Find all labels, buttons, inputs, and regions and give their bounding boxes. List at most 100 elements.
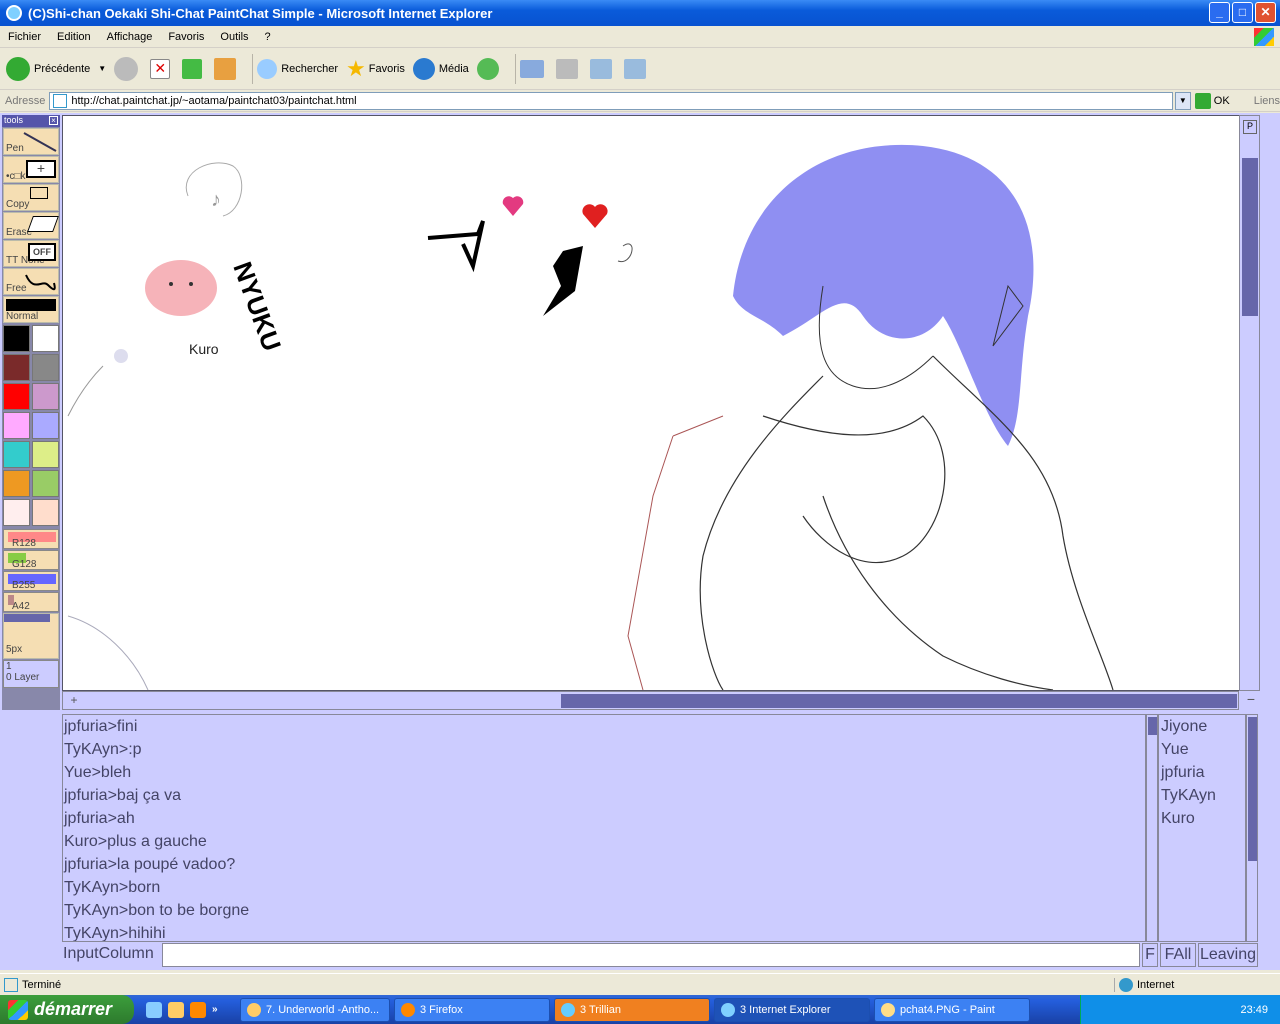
user-item[interactable]: Jiyone <box>1159 715 1245 738</box>
back-button[interactable]: Précédente ▼ <box>6 56 106 81</box>
color-swatch[interactable] <box>32 499 59 526</box>
color-swatch[interactable] <box>3 412 30 439</box>
f-button[interactable]: F <box>1142 943 1158 967</box>
color-swatch[interactable] <box>32 325 59 352</box>
address-dropdown-icon[interactable]: ▼ <box>1174 91 1191 110</box>
tool-pen[interactable]: Pen <box>3 128 59 155</box>
canvas-horizontal-scrollbar[interactable]: + − <box>62 691 1255 710</box>
status-bar: Terminé Internet <box>0 973 1280 995</box>
search-button[interactable]: Rechercher <box>257 58 338 79</box>
horizontal-scroll-thumb[interactable] <box>561 694 1237 708</box>
user-item[interactable]: jpfuria <box>1159 761 1245 784</box>
brush-size-control[interactable]: 5px <box>3 613 59 659</box>
task-trillian[interactable]: 3 Trillian <box>554 997 710 1022</box>
user-item[interactable]: Yue <box>1159 738 1245 761</box>
character-hair <box>733 144 1034 447</box>
firefox-icon[interactable] <box>190 1001 206 1018</box>
silhouette-doodle <box>427 220 485 273</box>
chat-message: TyKAyn>hihihi <box>64 925 166 942</box>
slider-red[interactable]: R128 <box>3 529 59 549</box>
address-url: http://chat.paintchat.jp/~aotama/paintch… <box>71 94 357 107</box>
user-list: Jiyone Yue jpfuria TyKAyn Kuro <box>1158 714 1246 942</box>
status-text: Terminé <box>22 978 62 991</box>
palette-toggle-icon[interactable]: P <box>1243 120 1257 134</box>
refresh-button[interactable] <box>182 58 206 79</box>
history-button[interactable] <box>476 57 503 80</box>
maximize-button[interactable]: □ <box>1232 2 1253 23</box>
page-icon <box>53 93 68 108</box>
color-swatch[interactable] <box>32 470 59 497</box>
winamp-icon[interactable] <box>168 1001 184 1018</box>
leaving-button[interactable]: Leaving <box>1198 943 1258 967</box>
start-button[interactable]: démarrer <box>0 995 134 1024</box>
canvas-vertical-scrollbar[interactable]: P <box>1239 115 1260 691</box>
messenger-button[interactable] <box>623 58 650 79</box>
slider-alpha[interactable]: A42 <box>3 592 59 612</box>
menu-help[interactable]: ? <box>257 31 279 43</box>
chat-input[interactable] <box>162 943 1140 967</box>
color-swatch[interactable] <box>32 383 59 410</box>
mail-button[interactable] <box>519 59 548 78</box>
plus-icon: + <box>26 160 56 178</box>
media-icon <box>412 57 435 80</box>
task-paint[interactable]: pchat4.PNG - Paint <box>874 997 1030 1022</box>
minimize-button[interactable]: _ <box>1209 2 1230 23</box>
task-winamp[interactable]: 7. Underworld -Antho... <box>240 997 390 1022</box>
favorites-button[interactable]: ★ Favoris <box>346 56 405 82</box>
color-swatch[interactable] <box>3 499 30 526</box>
user-item[interactable]: Kuro <box>1159 807 1245 830</box>
address-input[interactable]: http://chat.paintchat.jp/~aotama/paintch… <box>49 91 1173 110</box>
forward-button[interactable] <box>114 56 142 81</box>
chevron-right-icon[interactable]: » <box>212 1004 218 1015</box>
color-swatch[interactable] <box>3 383 30 410</box>
zoom-out-icon[interactable]: − <box>1244 692 1258 708</box>
vertical-scroll-thumb[interactable] <box>1242 158 1258 316</box>
history-icon <box>476 57 499 80</box>
color-swatch[interactable] <box>3 325 30 352</box>
color-swatch[interactable] <box>3 441 30 468</box>
tool-blend-mode[interactable]: Normal <box>3 296 59 323</box>
tool-copy[interactable]: Copy <box>3 184 59 211</box>
tool-mask[interactable]: •c□k + <box>3 156 59 183</box>
user-item[interactable]: TyKAyn <box>1159 784 1245 807</box>
chat-scroll-thumb[interactable] <box>1148 717 1157 735</box>
menu-affichage[interactable]: Affichage <box>99 31 161 43</box>
drawing-canvas[interactable]: ♪ Kuro NYUKU <box>62 115 1260 691</box>
menu-favoris[interactable]: Favoris <box>160 31 212 43</box>
tool-free[interactable]: Free <box>3 268 59 295</box>
user-list-scrollbar[interactable] <box>1246 714 1258 942</box>
color-swatch[interactable] <box>3 470 30 497</box>
media-button[interactable]: Média <box>412 57 469 80</box>
chevron-down-icon[interactable]: ▼ <box>98 64 106 73</box>
edit-button[interactable] <box>589 58 616 79</box>
fall-button[interactable]: FAll <box>1160 943 1196 967</box>
user-scroll-thumb[interactable] <box>1248 717 1257 861</box>
stop-button[interactable]: ✕ <box>150 58 174 79</box>
color-swatch[interactable] <box>32 354 59 381</box>
menu-fichier[interactable]: Fichier <box>0 31 49 43</box>
tool-erase[interactable]: Erase <box>3 212 59 239</box>
menu-outils[interactable]: Outils <box>212 31 256 43</box>
home-button[interactable] <box>214 57 240 80</box>
ie-icon[interactable] <box>146 1001 162 1018</box>
go-button[interactable]: OK <box>1194 92 1230 109</box>
close-button[interactable]: ✕ <box>1255 2 1276 23</box>
input-label: InputColumn <box>63 945 154 962</box>
links-label[interactable]: Liens <box>1254 95 1280 107</box>
slider-blue[interactable]: B255 <box>3 571 59 591</box>
color-swatch[interactable] <box>3 354 30 381</box>
close-icon[interactable]: × <box>49 116 58 125</box>
task-firefox[interactable]: 3 Firefox <box>394 997 550 1022</box>
slider-green[interactable]: G128 <box>3 550 59 570</box>
color-swatch[interactable] <box>32 441 59 468</box>
quick-launch: » <box>146 1001 236 1018</box>
menu-edition[interactable]: Edition <box>49 31 99 43</box>
print-button[interactable] <box>555 58 582 79</box>
color-swatch[interactable] <box>32 412 59 439</box>
task-internet-explorer[interactable]: 3 Internet Explorer <box>714 997 870 1022</box>
layer-panel[interactable]: 1 0 Layer <box>3 660 59 688</box>
zoom-in-icon[interactable]: + <box>67 694 81 708</box>
tool-text[interactable]: TT None OFF <box>3 240 59 267</box>
chat-scrollbar[interactable] <box>1146 714 1158 942</box>
heart-doodle <box>502 196 524 216</box>
